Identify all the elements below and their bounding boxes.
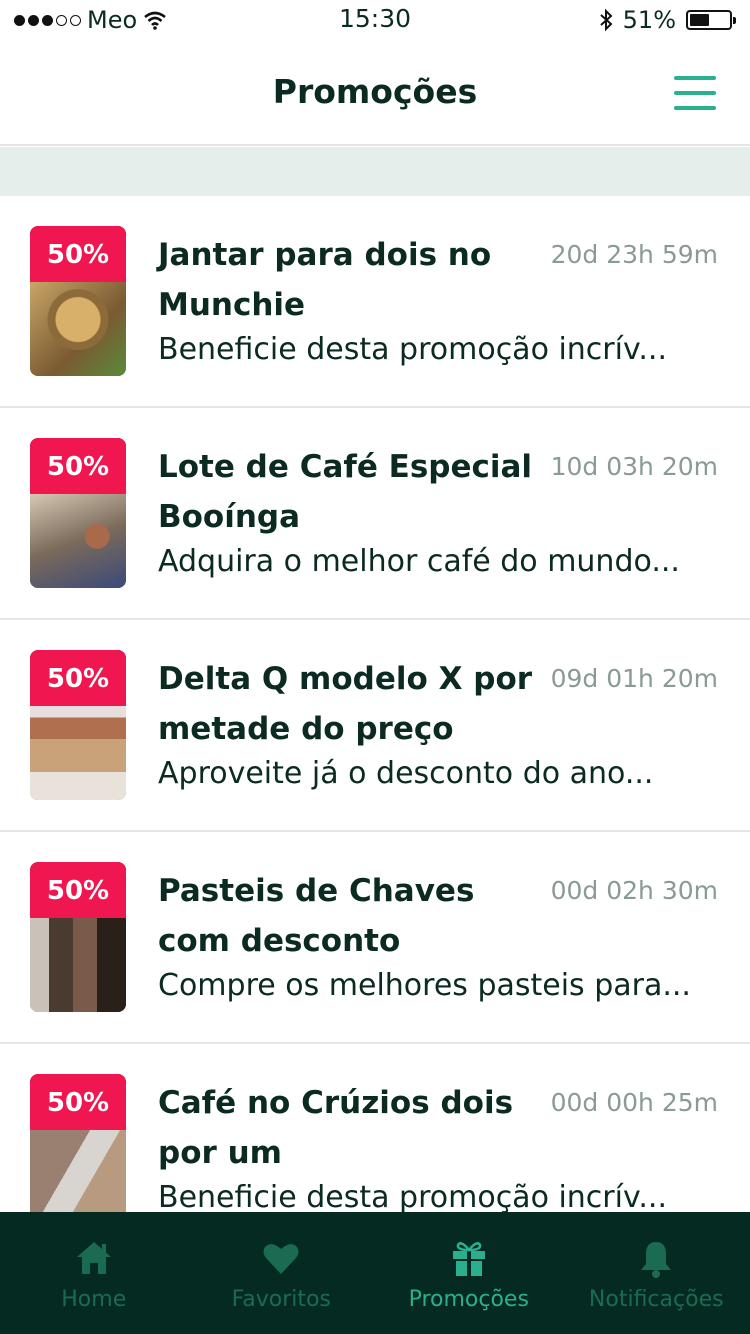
navigation-bar: Promoções (0, 40, 750, 146)
promotion-time-left: 20d 23h 59m (550, 240, 718, 269)
promotion-item[interactable]: 50% Jantar para dois no Munchie 20d 23h … (0, 196, 750, 408)
battery-percent: 51% (622, 6, 676, 34)
promotion-title: Pasteis de Chaves com desconto (158, 873, 475, 959)
page-title: Promoções (272, 72, 478, 111)
promotion-description: Adquira o melhor café do mundo... (158, 544, 680, 579)
gift-icon (452, 1242, 485, 1276)
status-bar: Meo 15:30 51% (0, 0, 750, 40)
promotion-thumbnail: 50% (30, 650, 126, 800)
promotion-time-left: 00d 00h 25m (550, 1088, 718, 1117)
tab-bar: Home Favoritos Promoções Notificações (0, 1212, 750, 1334)
banner-strip (0, 147, 750, 196)
tab-label: Notificações (588, 1287, 724, 1312)
promotion-description: Aproveite já o desconto do ano... (158, 756, 654, 791)
battery-status: 51% (599, 6, 736, 34)
promotion-thumbnail: 50% (30, 226, 126, 376)
heart-icon (263, 1244, 299, 1274)
promotion-description: Beneficie desta promoção incrív... (158, 332, 668, 367)
promotion-title: Delta Q modelo X por metade do preço (158, 661, 533, 747)
promotion-description: Beneficie desta promoção incrív... (158, 1180, 668, 1212)
tab-label: Promoções (408, 1287, 529, 1312)
promotion-title: Jantar para dois no Munchie (158, 237, 492, 323)
promotion-time-left: 09d 01h 20m (550, 664, 718, 693)
discount-badge: 50% (30, 438, 126, 494)
promotion-item[interactable]: 50% Lote de Café Especial Booínga 10d 03… (0, 408, 750, 620)
bell-icon (641, 1242, 672, 1278)
promotions-list: 50% Jantar para dois no Munchie 20d 23h … (0, 196, 750, 1212)
promotion-description: Compre os melhores pasteis para... (158, 968, 691, 1003)
promotion-thumbnail: 50% (30, 862, 126, 1012)
promotion-thumbnail: 50% (30, 438, 126, 588)
discount-badge: 50% (30, 650, 126, 706)
home-icon (76, 1242, 111, 1274)
tab-notificacoes[interactable]: Notificações (563, 1212, 750, 1334)
tab-label: Favoritos (231, 1287, 331, 1312)
promotion-item[interactable]: 50% Café no Crúzios dois por um 00d 00h … (0, 1044, 750, 1212)
tab-home[interactable]: Home (0, 1212, 188, 1334)
tab-label: Home (61, 1287, 127, 1312)
tab-favoritos[interactable]: Favoritos (188, 1212, 376, 1334)
discount-badge: 50% (30, 1074, 126, 1130)
promotion-title: Café no Crúzios dois por um (158, 1085, 514, 1171)
bluetooth-icon (599, 8, 613, 32)
promotion-item[interactable]: 50% Delta Q modelo X por metade do preço… (0, 620, 750, 832)
tab-promocoes[interactable]: Promoções (375, 1212, 563, 1334)
promotion-time-left: 10d 03h 20m (550, 452, 718, 481)
battery-icon (686, 10, 736, 30)
promotion-time-left: 00d 02h 30m (550, 876, 718, 905)
promotion-title: Lote de Café Especial Booínga (158, 449, 533, 535)
promotion-thumbnail: 50% (30, 1074, 126, 1212)
hamburger-menu-icon[interactable] (674, 76, 716, 110)
promotion-item[interactable]: 50% Pasteis de Chaves com desconto 00d 0… (0, 832, 750, 1044)
discount-badge: 50% (30, 862, 126, 918)
discount-badge: 50% (30, 226, 126, 282)
